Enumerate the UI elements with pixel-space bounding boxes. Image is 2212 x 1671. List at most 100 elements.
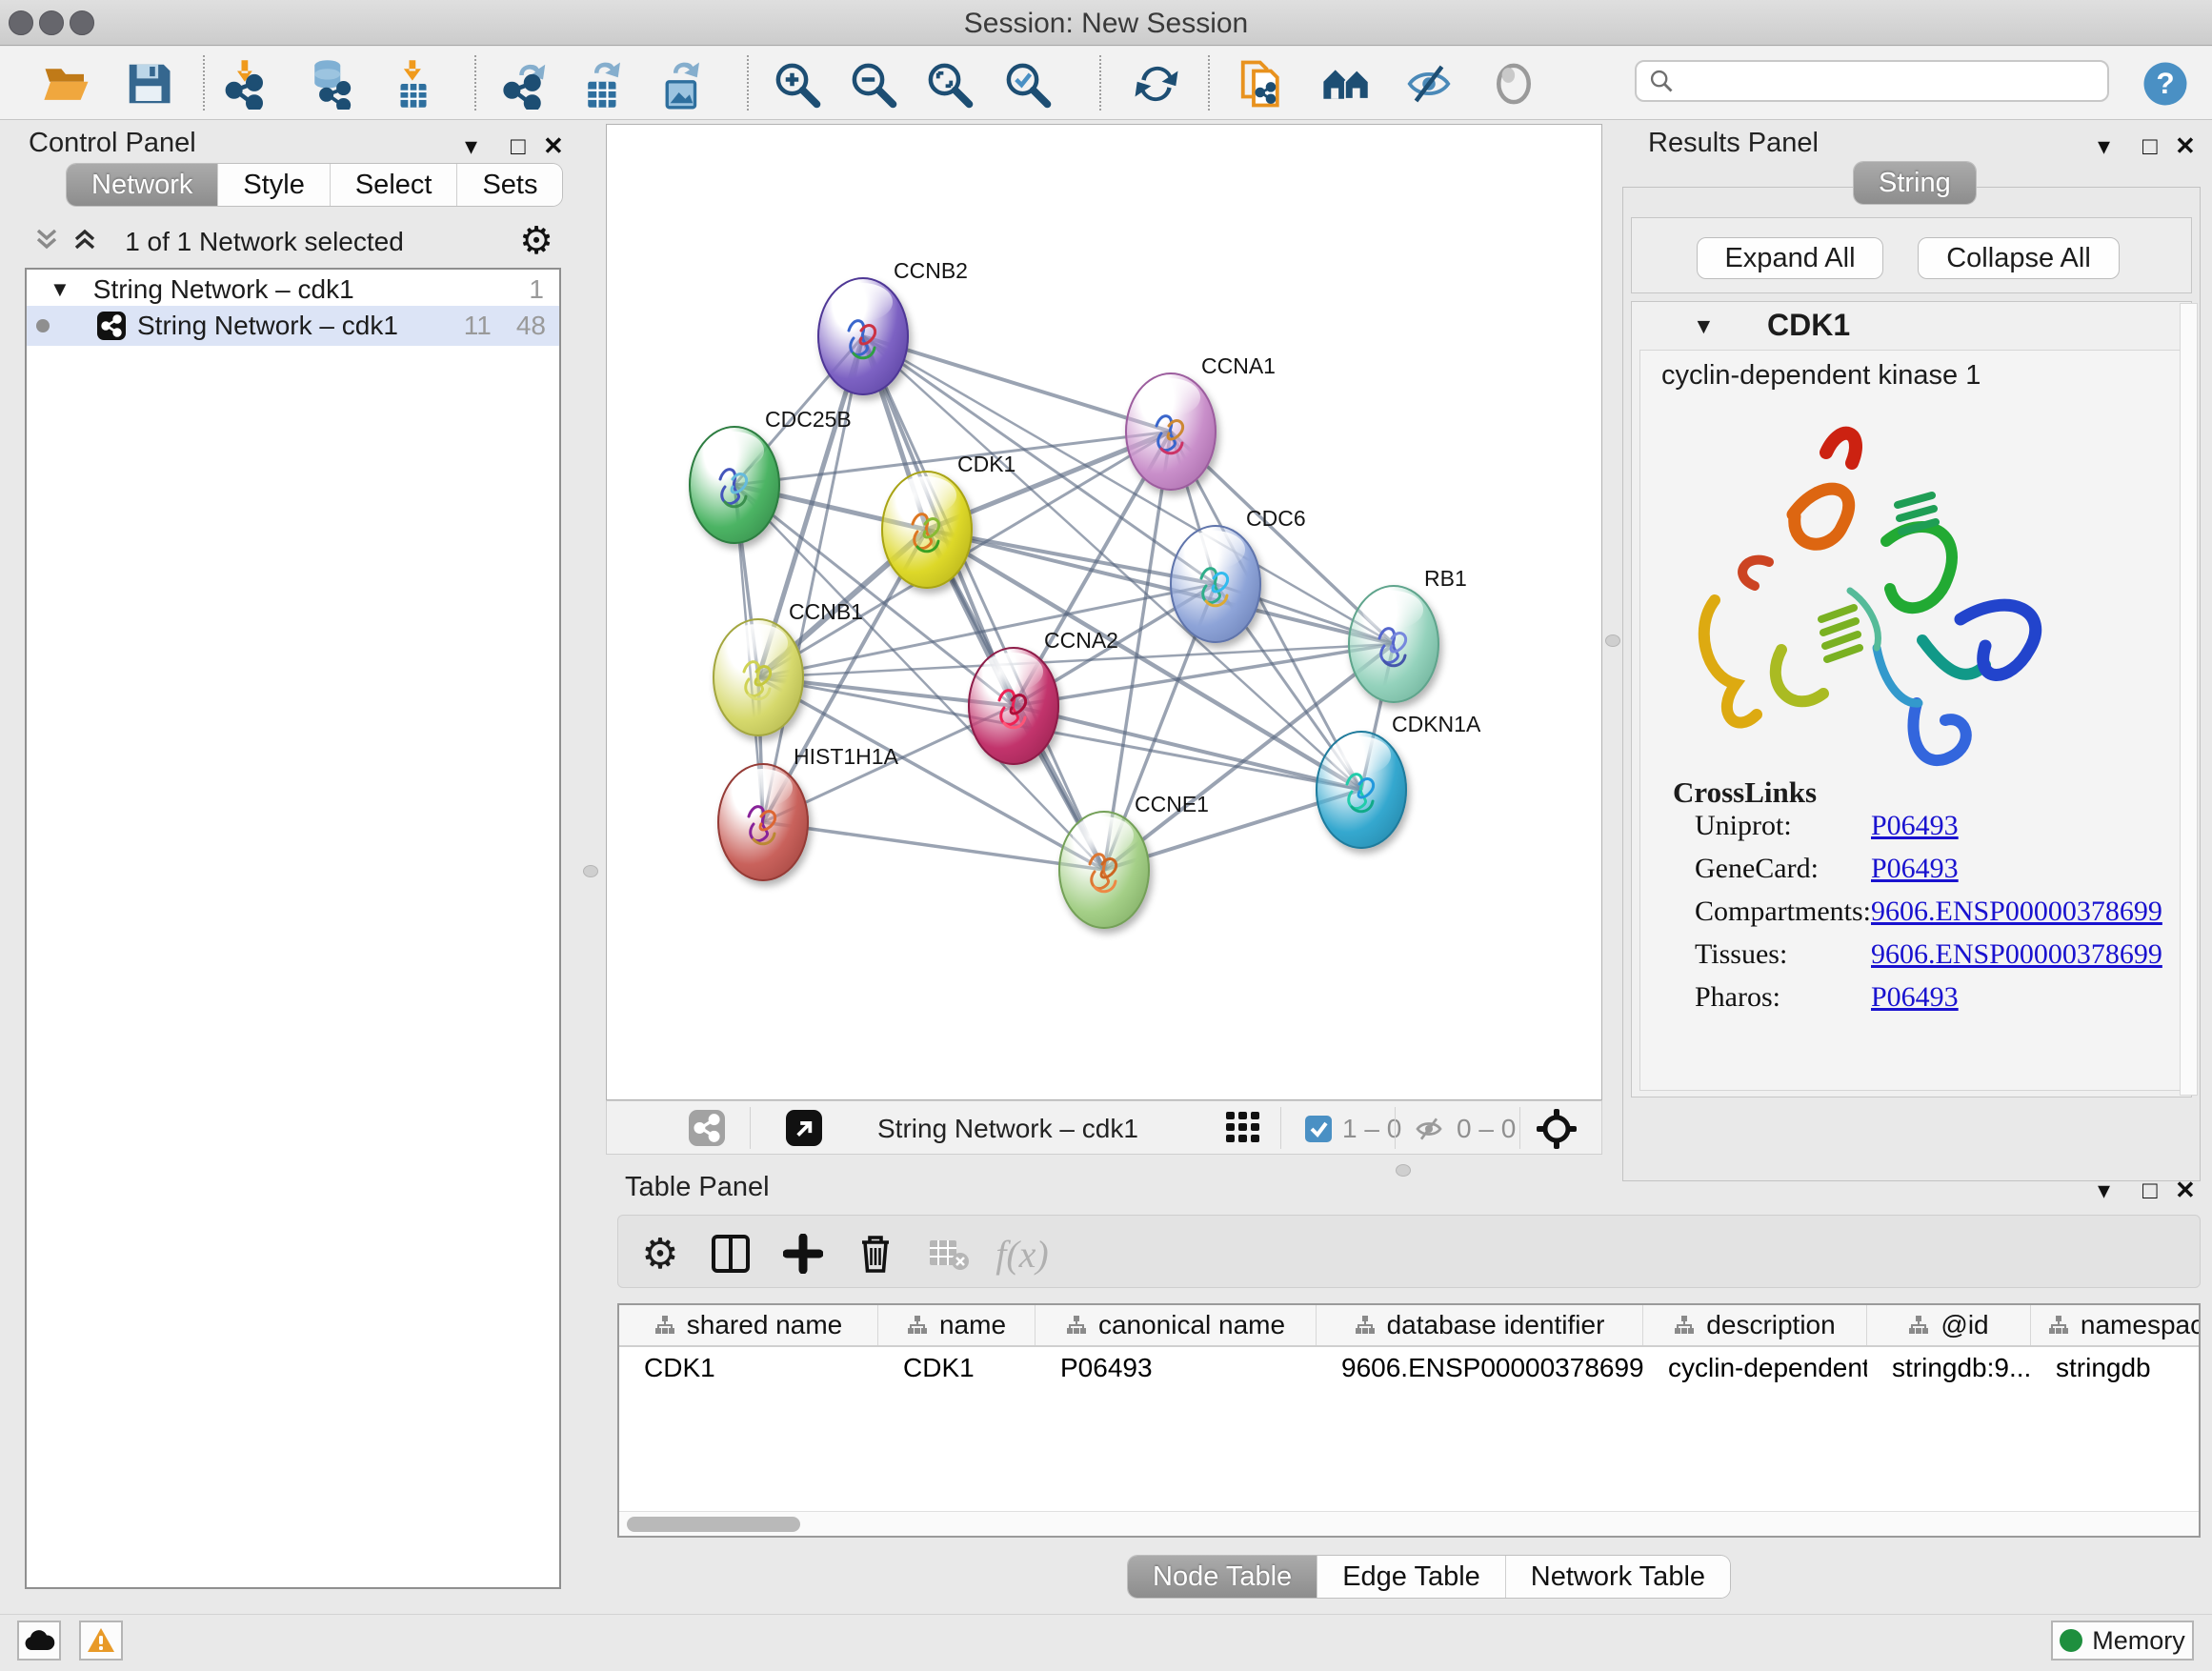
help-button[interactable]: ? <box>2138 56 2193 111</box>
left-splitter-handle[interactable] <box>583 865 598 877</box>
network-options-gear-icon[interactable]: ⚙ <box>519 219 553 263</box>
delete-column-icon[interactable] <box>849 1227 902 1280</box>
crosslink-link[interactable]: 9606.ENSP00000378699 <box>1871 938 2162 971</box>
results-scrollbar[interactable] <box>2180 303 2198 1096</box>
tab-network[interactable]: Network <box>67 164 217 206</box>
right-splitter-handle[interactable] <box>1605 634 1620 647</box>
warning-status-button[interactable] <box>79 1621 123 1661</box>
save-session-button[interactable] <box>121 56 176 111</box>
create-column-icon[interactable] <box>776 1227 830 1280</box>
refresh-button[interactable] <box>1129 56 1184 111</box>
export-view-icon[interactable] <box>786 1110 822 1146</box>
show-columns-icon[interactable] <box>704 1227 757 1280</box>
expand-all-button[interactable]: Expand All <box>1697 237 1883 279</box>
table-cell[interactable]: CDK1 <box>878 1349 1036 1387</box>
table-scrollbar-thumb[interactable] <box>627 1517 800 1532</box>
hide-selected-button[interactable] <box>1401 56 1457 111</box>
network-node-hist1h1a[interactable] <box>717 763 809 881</box>
table-options-gear-icon[interactable]: ⚙ <box>633 1227 687 1280</box>
bottom-splitter-handle[interactable] <box>1396 1164 1411 1177</box>
zoom-out-button[interactable] <box>845 56 900 111</box>
network-node-cdkn1a[interactable] <box>1316 731 1407 849</box>
network-edge[interactable] <box>863 336 1104 870</box>
open-session-button[interactable] <box>39 56 94 111</box>
import-network-database-button[interactable] <box>302 56 357 111</box>
results-panel-maximize-button[interactable]: □ <box>2142 133 2158 158</box>
control-panel-float-button[interactable]: ▾ <box>465 133 477 158</box>
clone-network-button[interactable] <box>1235 56 1290 111</box>
column-header-canonical-name[interactable]: canonical name <box>1036 1305 1317 1345</box>
table-cell[interactable]: 9606.ENSP00000378699 <box>1317 1349 1643 1387</box>
import-network-file-button[interactable] <box>218 56 273 111</box>
zoom-fit-button[interactable] <box>921 56 976 111</box>
crosshair-icon[interactable] <box>1536 1108 1578 1150</box>
results-panel-float-button[interactable]: ▾ <box>2098 133 2110 158</box>
network-node-ccnb1[interactable] <box>713 618 804 736</box>
column-header--id[interactable]: @id <box>1867 1305 2031 1345</box>
memory-button[interactable]: Memory <box>2051 1621 2194 1661</box>
table-cell[interactable]: stringdb <box>2031 1349 2201 1387</box>
table-panel-maximize-button[interactable]: □ <box>2142 1178 2158 1202</box>
crosslink-link[interactable]: P06493 <box>1871 981 1959 1014</box>
tab-edge-table[interactable]: Edge Table <box>1317 1556 1505 1598</box>
column-header-namespac[interactable]: namespac <box>2031 1305 2201 1345</box>
network-node-cdc25b[interactable] <box>689 426 780 544</box>
table-panel-float-button[interactable]: ▾ <box>2098 1178 2110 1202</box>
import-table-file-button[interactable] <box>386 56 441 111</box>
column-header-description[interactable]: description <box>1643 1305 1867 1345</box>
network-node-ccna1[interactable] <box>1125 372 1217 491</box>
network-node-cdc6[interactable] <box>1170 525 1261 643</box>
crosslink-link[interactable]: P06493 <box>1871 853 1959 885</box>
collapse-all-button[interactable]: Collapse All <box>1918 237 2120 279</box>
network-canvas[interactable]: CCNB2CCNA1CDC25BCDK1CDC6RB1CCNB1CCNA2CDK… <box>606 124 1602 1100</box>
network-overview-icon[interactable] <box>689 1110 725 1146</box>
control-panel-maximize-button[interactable]: □ <box>511 133 526 158</box>
gene-expander-triangle-icon[interactable]: ▼ <box>1693 313 1715 339</box>
network-collection-row[interactable]: ▼ String Network – cdk1 1 <box>27 272 559 308</box>
show-all-button[interactable] <box>1486 56 1541 111</box>
export-image-button[interactable] <box>654 56 710 111</box>
tab-node-table[interactable]: Node Table <box>1128 1556 1317 1598</box>
network-node-ccne1[interactable] <box>1058 811 1150 929</box>
network-row-selected[interactable]: String Network – cdk1 11 48 <box>27 306 559 346</box>
table-cell[interactable]: P06493 <box>1036 1349 1317 1387</box>
tab-select[interactable]: Select <box>330 164 457 206</box>
table-row[interactable]: CDK1CDK1P064939606.ENSP00000378699cyclin… <box>619 1349 2201 1387</box>
node-label-rb1: RB1 <box>1424 566 1467 592</box>
network-edge[interactable] <box>763 822 1104 870</box>
zoom-in-button[interactable] <box>769 56 824 111</box>
tab-style[interactable]: Style <box>217 164 329 206</box>
crosslink-link[interactable]: 9606.ENSP00000378699 <box>1871 896 2162 928</box>
table-horizontal-scrollbar[interactable] <box>619 1511 2199 1536</box>
crosslink-link[interactable]: P06493 <box>1871 810 1959 842</box>
zoom-selected-button[interactable] <box>999 56 1055 111</box>
cloud-icon <box>23 1629 55 1652</box>
network-edge[interactable] <box>863 336 1171 432</box>
network-node-ccnb2[interactable] <box>817 277 909 395</box>
birdseye-grid-icon[interactable] <box>1226 1112 1260 1144</box>
tab-string[interactable]: String <box>1854 162 1976 204</box>
search-input[interactable] <box>1675 63 2107 99</box>
search-field[interactable] <box>1635 60 2109 102</box>
column-header-database-identifier[interactable]: database identifier <box>1317 1305 1643 1345</box>
table-cell[interactable]: CDK1 <box>619 1349 878 1387</box>
tab-network-table[interactable]: Network Table <box>1505 1556 1730 1598</box>
network-node-cdk1[interactable] <box>881 471 973 589</box>
network-node-ccna2[interactable] <box>968 647 1059 765</box>
string-home-button[interactable] <box>1318 56 1374 111</box>
cloud-status-button[interactable] <box>17 1621 61 1661</box>
table-cell[interactable]: cyclin-dependent ... <box>1643 1349 1867 1387</box>
export-table-button[interactable] <box>575 56 631 111</box>
expander-triangle-icon[interactable]: ▼ <box>50 277 70 302</box>
control-panel-close-button[interactable]: ✕ <box>543 133 564 158</box>
results-panel-close-button[interactable]: ✕ <box>2175 133 2196 158</box>
column-type-icon <box>2048 1315 2069 1336</box>
selected-checkbox-icon[interactable] <box>1304 1115 1333 1143</box>
table-panel-close-button[interactable]: ✕ <box>2175 1178 2196 1202</box>
column-header-name[interactable]: name <box>878 1305 1036 1345</box>
network-node-rb1[interactable] <box>1348 585 1439 703</box>
export-network-button[interactable] <box>498 56 553 111</box>
column-header-shared-name[interactable]: shared name <box>619 1305 878 1345</box>
table-cell[interactable]: stringdb:9... <box>1867 1349 2031 1387</box>
tab-sets[interactable]: Sets <box>456 164 562 206</box>
